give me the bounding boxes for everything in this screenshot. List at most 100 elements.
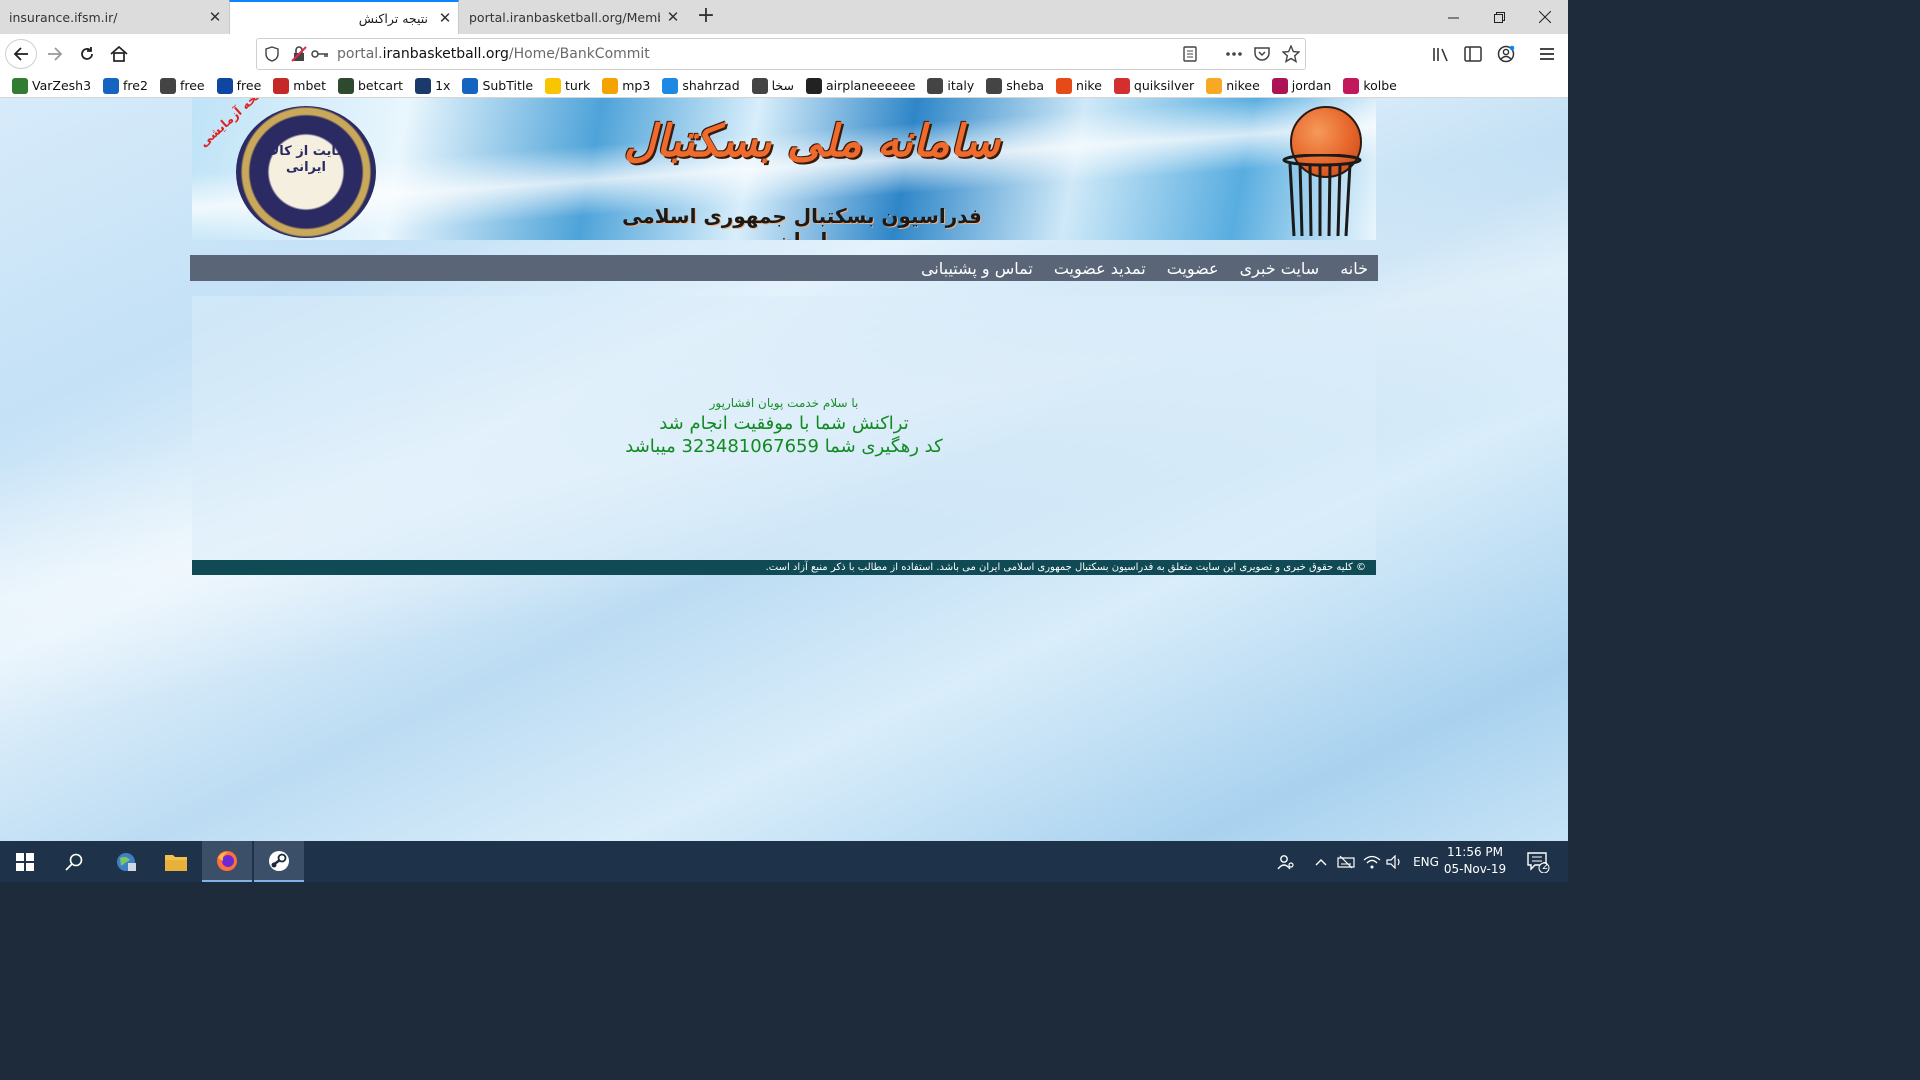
menu-item-renew-membership[interactable]: تمدید عضویت bbox=[1054, 259, 1146, 278]
restore-button[interactable] bbox=[1476, 0, 1522, 34]
chevron-up-icon bbox=[1315, 858, 1327, 865]
bookmark-item[interactable]: italy bbox=[927, 77, 974, 94]
key-icon[interactable] bbox=[311, 48, 329, 60]
hamburger-menu-icon bbox=[1540, 48, 1554, 60]
clock-date: 05-Nov-19 bbox=[1443, 862, 1507, 876]
bookmark-item[interactable]: quiksilver bbox=[1113, 77, 1195, 94]
clock[interactable]: 11:56 PM 05-Nov-19 bbox=[1438, 844, 1512, 878]
taskbar-firefox[interactable] bbox=[202, 841, 252, 882]
back-button[interactable] bbox=[5, 39, 37, 69]
screen: insurance.ifsm.ir/ ✕ نتیجه تراکنش ✕ port… bbox=[0, 0, 1568, 882]
tv-outline-icon bbox=[159, 77, 176, 94]
bookmark-item[interactable]: VarZesh3 bbox=[12, 77, 91, 94]
search-button[interactable] bbox=[49, 841, 99, 882]
bookmark-label: kolbe bbox=[1363, 78, 1397, 93]
content-panel: با سلام خدمت پویان افشارپور تراکنش شما ب… bbox=[192, 296, 1376, 560]
bookmark-item[interactable]: سخا bbox=[751, 77, 794, 94]
restore-icon bbox=[1493, 11, 1505, 23]
reader-view-icon[interactable] bbox=[1183, 46, 1197, 62]
more-actions-icon[interactable] bbox=[1225, 51, 1243, 57]
close-icon[interactable]: ✕ bbox=[432, 9, 458, 27]
bookmark-label: airplaneeeeee bbox=[825, 78, 916, 93]
bookmark-item[interactable]: mbet bbox=[273, 77, 326, 94]
account-button[interactable] bbox=[1491, 40, 1521, 68]
tab-insurance[interactable]: insurance.ifsm.ir/ ✕ bbox=[0, 0, 228, 34]
taskbar-network-app[interactable] bbox=[101, 841, 151, 882]
new-tab-button[interactable]: + bbox=[694, 4, 718, 30]
menu-button[interactable] bbox=[1532, 40, 1562, 68]
bookmark-star-icon[interactable] bbox=[1282, 45, 1300, 63]
bookmark-item[interactable]: SubTitle bbox=[462, 77, 534, 94]
menu-item-news-site[interactable]: سایت خبری bbox=[1240, 259, 1320, 278]
headphones-icon bbox=[602, 77, 619, 94]
people-button[interactable] bbox=[1272, 841, 1300, 882]
bookmark-item[interactable]: free bbox=[159, 77, 205, 94]
bookmark-item[interactable]: sheba bbox=[986, 77, 1044, 94]
tab-label: portal.iranbasketball.org/Member/ bbox=[469, 9, 660, 25]
bookmark-item[interactable]: nikee bbox=[1206, 77, 1260, 94]
action-center-button[interactable]: 2 bbox=[1520, 841, 1556, 882]
tab-portal-member[interactable]: portal.iranbasketball.org/Member/ ✕ bbox=[460, 0, 686, 34]
arrow-left-icon bbox=[13, 47, 28, 61]
speaker-icon bbox=[1386, 854, 1400, 869]
taskbar-steam[interactable] bbox=[254, 841, 304, 882]
bookmark-label: turk bbox=[565, 78, 591, 93]
bookmark-item[interactable]: turk bbox=[545, 77, 591, 94]
wifi-button[interactable] bbox=[1360, 841, 1384, 882]
sidebar-button[interactable] bbox=[1458, 40, 1488, 68]
bookmark-item[interactable]: shahrzad bbox=[662, 77, 740, 94]
bookmark-item[interactable]: fre2 bbox=[103, 77, 148, 94]
bookmark-item[interactable]: free bbox=[216, 77, 261, 94]
url-prefix: portal. bbox=[337, 46, 383, 62]
nike-icon bbox=[1056, 77, 1073, 94]
clock-time: 11:56 PM bbox=[1447, 845, 1503, 859]
seal-logo: حمایت از کالای ایرانی bbox=[236, 106, 376, 238]
forward-button[interactable] bbox=[40, 40, 70, 68]
bookmark-label: jordan bbox=[1291, 78, 1332, 93]
home-icon bbox=[110, 46, 128, 62]
globe-icon bbox=[927, 77, 944, 94]
keyboard-tray-button[interactable] bbox=[1334, 841, 1358, 882]
bookmark-label: nike bbox=[1076, 78, 1102, 93]
url-bar[interactable]: portal.iranbasketball.org/Home/BankCommi… bbox=[256, 38, 1306, 70]
bookmark-item[interactable]: jordan bbox=[1271, 77, 1332, 94]
close-icon[interactable]: ✕ bbox=[660, 8, 686, 26]
close-window-button[interactable] bbox=[1522, 0, 1568, 34]
quiksilver-icon bbox=[1113, 77, 1130, 94]
bookmark-label: nikee bbox=[1226, 78, 1260, 93]
home-button[interactable] bbox=[104, 40, 134, 68]
bookmark-item[interactable]: airplaneeeeee bbox=[805, 77, 916, 94]
bookmark-item[interactable]: kolbe bbox=[1343, 77, 1397, 94]
site-title: سامانه ملی بسکتبال bbox=[623, 116, 1001, 167]
minimize-button[interactable] bbox=[1430, 0, 1476, 34]
bookmark-label: 1x bbox=[435, 78, 451, 93]
bookmark-label: quiksilver bbox=[1133, 78, 1195, 93]
insecure-lock-icon[interactable] bbox=[291, 46, 307, 62]
bookmark-label: fre2 bbox=[123, 78, 148, 93]
library-button[interactable] bbox=[1426, 40, 1456, 68]
url-text[interactable]: portal.iranbasketball.org/Home/BankCommi… bbox=[337, 39, 650, 69]
volume-button[interactable] bbox=[1384, 841, 1406, 882]
url-domain: iranbasketball.org bbox=[382, 46, 509, 62]
reload-button[interactable] bbox=[72, 40, 102, 68]
kolbe-icon bbox=[1343, 77, 1360, 94]
menu-item-membership[interactable]: عضویت bbox=[1167, 259, 1219, 278]
site-menu: خانه سایت خبری عضویت تمدید عضویت تماس و … bbox=[190, 255, 1378, 281]
tab-transaction-result[interactable]: نتیجه تراکنش ✕ bbox=[229, 0, 459, 34]
bookmark-item[interactable]: nike bbox=[1056, 77, 1102, 94]
show-hidden-icons-button[interactable] bbox=[1310, 841, 1332, 882]
close-icon[interactable]: ✕ bbox=[202, 8, 228, 26]
turk-icon bbox=[545, 77, 562, 94]
taskbar-file-explorer[interactable] bbox=[151, 841, 201, 882]
shield-icon[interactable] bbox=[265, 46, 279, 62]
bookmark-label: SubTitle bbox=[482, 78, 534, 93]
pocket-icon[interactable] bbox=[1254, 46, 1270, 62]
minimize-icon bbox=[1447, 17, 1459, 18]
menu-item-home[interactable]: خانه bbox=[1340, 259, 1368, 278]
bookmark-item[interactable]: 1x bbox=[415, 77, 451, 94]
bookmark-item[interactable]: mp3 bbox=[602, 77, 650, 94]
bookmark-item[interactable]: betcart bbox=[337, 77, 403, 94]
tv-blue-icon bbox=[216, 77, 233, 94]
start-button[interactable] bbox=[0, 841, 50, 882]
menu-item-contact-support[interactable]: تماس و پشتیبانی bbox=[921, 259, 1033, 278]
